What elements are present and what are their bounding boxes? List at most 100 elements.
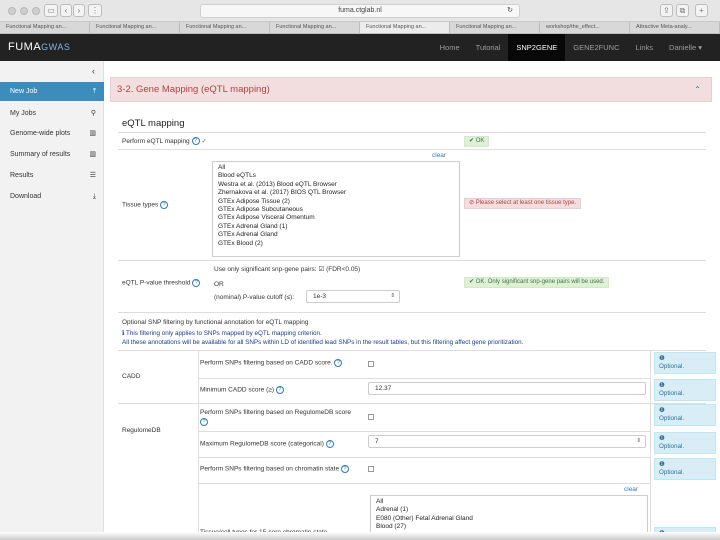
pval-threshold-text: eQTL P-value threshold <box>122 279 191 287</box>
close-window-icon[interactable] <box>8 7 16 15</box>
chevron-up-icon[interactable]: ⌃ <box>694 78 701 101</box>
browser-tab[interactable]: Attractive Meta-analy... <box>630 22 720 33</box>
cadd-checkbox[interactable] <box>368 361 374 367</box>
url-bar[interactable]: fuma.ctglab.nl ↻ <box>200 4 520 18</box>
main-nav: Home Tutorial SNP2GENE GENE2FUNC Links D… <box>432 34 710 61</box>
fuma-logo[interactable]: FUMAGWAS <box>8 41 70 53</box>
tissue-option[interactable]: GTEx Adipose Tissue (2) <box>218 198 454 206</box>
info-icon: ❶ <box>659 435 665 442</box>
sidebar-item-results[interactable]: Results ☰ <box>0 166 104 185</box>
minimize-window-icon[interactable] <box>20 7 28 15</box>
regdb-max-label: Maximum RegulomeDB score (categorical) ? <box>200 440 334 448</box>
help-icon[interactable]: ? <box>160 201 169 209</box>
reload-icon[interactable]: ↻ <box>507 5 513 17</box>
browser-tab[interactable]: Functional Mapping an... <box>90 22 180 33</box>
user-name: Danielle <box>669 43 697 52</box>
browser-tab[interactable]: Functional Mapping an... <box>450 22 540 33</box>
sidebar-item-genome-wide-plots[interactable]: Genome-wide plots ▥ <box>0 124 104 143</box>
browser-tab[interactable]: Functional Mapping an... <box>180 22 270 33</box>
tissue-types-text: Tissue types <box>122 201 159 209</box>
tissue-option[interactable]: Westra et al. (2013) Blood eQTL Browser <box>218 181 454 189</box>
help-icon[interactable]: ? <box>325 440 334 448</box>
tissue-option[interactable]: All <box>218 164 454 172</box>
cadd-min-label: Minimum CADD score (≥) ? <box>200 386 284 394</box>
pval-cutoff-value: 1e-3 <box>313 293 327 300</box>
share-icon[interactable]: ⇪ <box>660 4 673 17</box>
forward-icon[interactable]: › <box>73 4 85 17</box>
chrom-checkbox[interactable] <box>368 466 374 472</box>
tissue-option[interactable]: GTEx Adipose Visceral Omentum <box>218 214 454 222</box>
nav-user[interactable]: Danielle ▾ <box>661 34 710 61</box>
tabs-icon[interactable]: ⧉ <box>676 4 689 17</box>
sidebar-item-label: Download <box>10 193 42 200</box>
regdb-score-select[interactable]: 7 ⇕ <box>368 435 646 448</box>
tissue-option[interactable]: GTEx Adrenal Gland <box>218 231 454 239</box>
reader-icon[interactable]: ⋮ <box>88 4 102 17</box>
chromatin-option[interactable]: All <box>376 498 642 506</box>
help-icon[interactable]: ? <box>275 386 284 394</box>
tissue-types-select[interactable]: All Blood eQTLs Westra et al. (2013) Blo… <box>212 161 460 257</box>
download-icon: ⤓ <box>92 193 96 200</box>
sidebar-item-download[interactable]: Download ⤓ <box>0 187 104 206</box>
clear-chromatin-link[interactable]: clear <box>624 486 638 493</box>
tissue-option[interactable]: GTEx Blood (2) <box>218 240 454 248</box>
nav-gene2func[interactable]: GENE2FUNC <box>565 34 627 61</box>
tissue-option[interactable]: Zhernakova et al. (2017) BIOS QTL Browse… <box>218 189 454 197</box>
help-icon[interactable]: ? <box>334 359 343 367</box>
tissue-option[interactable]: GTEx Adrenal Gland (1) <box>218 223 454 231</box>
clear-tissue-link[interactable]: clear <box>432 152 446 159</box>
optional-text: Optional. <box>659 415 685 422</box>
browser-tab-active[interactable]: Functional Mapping an... <box>360 22 450 33</box>
regdb-checkbox[interactable] <box>368 414 374 420</box>
cadd-score-input[interactable]: 12.37 <box>368 382 646 395</box>
checkbox-icon[interactable]: ☑ <box>318 266 324 273</box>
zoom-window-icon[interactable] <box>32 7 40 15</box>
regdb-optional-badge: ❶ Optional. <box>654 404 716 426</box>
regdb-score-value: 7 <box>375 438 379 445</box>
or-label: OR <box>214 281 224 288</box>
nav-links[interactable]: Links <box>628 34 662 61</box>
checkbox-checked-icon[interactable]: ✓ <box>201 138 206 145</box>
help-icon[interactable]: ? <box>340 465 349 473</box>
chevron-down-icon[interactable]: ⇕ <box>636 436 641 447</box>
back-icon[interactable]: ‹ <box>60 4 72 17</box>
app-header: FUMAGWAS Home Tutorial SNP2GENE GENE2FUN… <box>0 34 720 61</box>
sidebar-toggle-icon[interactable]: ▭ <box>44 4 58 17</box>
info-icon: ❶ <box>659 461 665 468</box>
chromatin-option[interactable]: Blood (27) <box>376 523 642 531</box>
table-divider <box>118 403 706 404</box>
pval-status: ✔ OK. Only significant snp-gene pairs wi… <box>464 277 610 288</box>
nav-home[interactable]: Home <box>432 34 468 61</box>
tissue-option[interactable]: GTEx Adipose Subcutaneous <box>218 206 454 214</box>
new-tab-icon[interactable]: + <box>695 4 708 17</box>
table-divider <box>198 378 650 379</box>
table-divider <box>198 483 650 484</box>
browser-tab[interactable]: Functional Mapping an... <box>0 22 90 33</box>
sidebar-item-label: New Job <box>10 88 38 95</box>
chromatin-option[interactable]: E080 (Other) Fetal Adrenal Gland <box>376 515 642 523</box>
pval-cutoff-input[interactable]: 1e-3 ⇕ <box>306 290 400 303</box>
upload-icon: ⤒ <box>92 88 96 95</box>
browser-tab[interactable]: workshop/the_effect... <box>540 22 630 33</box>
help-icon[interactable]: ? <box>192 279 201 287</box>
nav-snp2gene[interactable]: SNP2GENE <box>508 34 566 61</box>
sidebar-item-my-jobs[interactable]: My Jobs ⚲ <box>0 104 104 123</box>
help-icon[interactable]: ? <box>191 137 200 146</box>
chromatin-option[interactable]: Adrenal (1) <box>376 506 642 514</box>
bar-chart-icon: ▥ <box>89 130 96 137</box>
browser-tab[interactable]: Functional Mapping an... <box>270 22 360 33</box>
sidebar-item-summary[interactable]: Summary of results ▥ <box>0 145 104 164</box>
collapse-sidebar-icon[interactable]: ‹ <box>92 66 95 76</box>
info-icon: ❶ <box>659 382 665 389</box>
perform-eqtl-label: Perform eQTL mapping ? ✓ <box>122 137 207 146</box>
help-icon[interactable]: ? <box>200 418 208 427</box>
nav-tutorial[interactable]: Tutorial <box>468 34 509 61</box>
table-divider <box>198 431 650 432</box>
browser-toolbar: ▭ ‹ › ⋮ fuma.ctglab.nl ↻ ⇪ ⧉ + <box>0 0 720 22</box>
tissue-option[interactable]: Blood eQTLs <box>218 172 454 180</box>
chrom-perform-label: Perform SNPs filtering based on chromati… <box>200 465 349 473</box>
stepper-icon[interactable]: ⇕ <box>390 291 395 302</box>
sidebar-item-new-job[interactable]: New Job ⤒ <box>0 82 104 101</box>
cadd-min-optional-badge: ❶ Optional. <box>654 379 716 401</box>
panel-header[interactable]: 3-2. Gene Mapping (eQTL mapping) ⌃ <box>110 77 712 102</box>
